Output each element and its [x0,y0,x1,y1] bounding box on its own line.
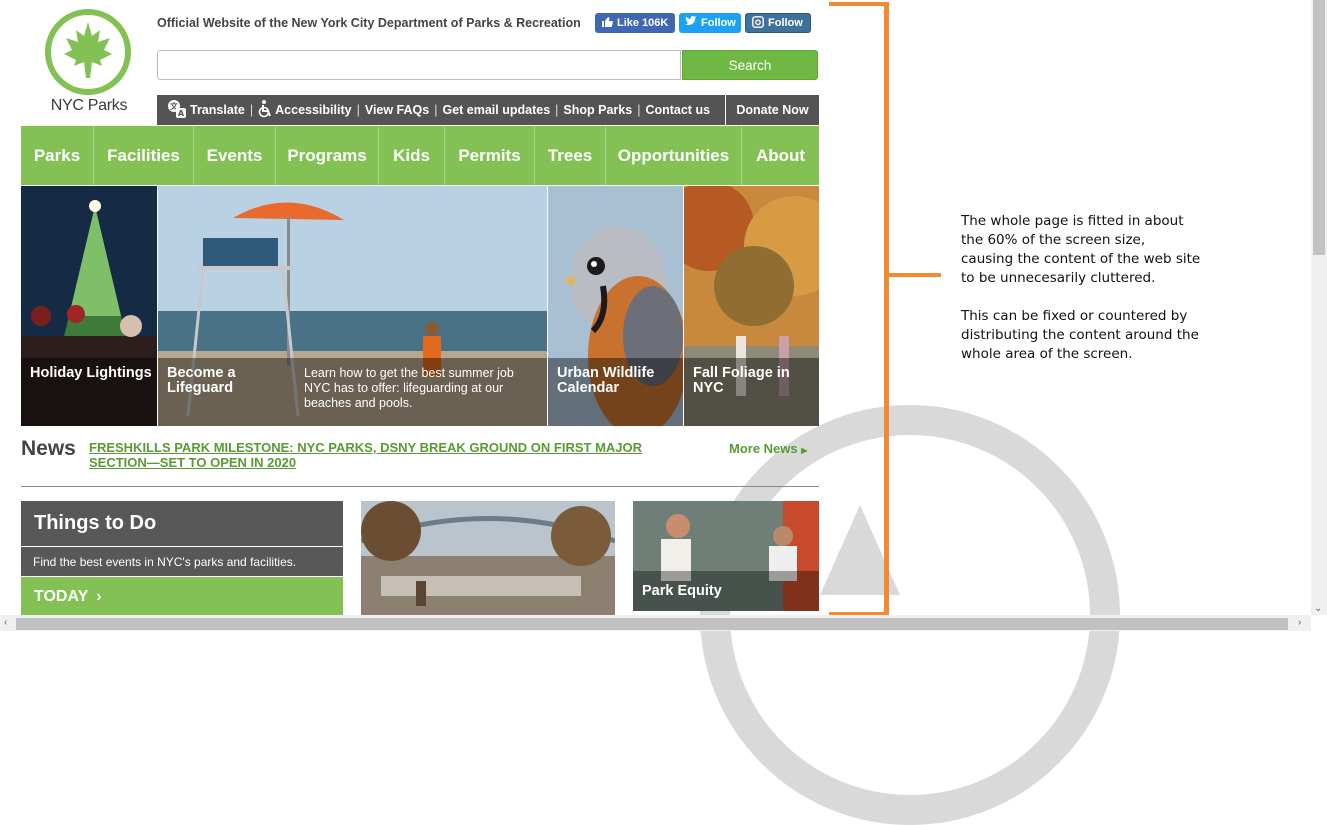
annotation-bracket [884,2,889,616]
separator: | [434,103,438,117]
tile-title: Become a Lifeguard [167,365,236,396]
scroll-left-arrow-icon[interactable]: ‹ [4,617,7,628]
separator: | [356,103,360,117]
more-news-link[interactable]: More News ▶ [729,441,807,456]
scroll-right-arrow-icon[interactable]: › [1298,617,1301,628]
more-news-label: More News [729,441,798,456]
translate-label: Translate [190,103,245,117]
accessibility-link[interactable]: Accessibility [258,99,352,121]
donate-now-button[interactable]: Donate Now [726,95,819,125]
shop-parks-link[interactable]: Shop Parks [563,103,632,117]
separator: | [555,103,559,117]
nyc-parks-logo-icon[interactable] [44,8,132,96]
annotation-bracket-pointer [889,273,941,277]
twitter-follow-button[interactable]: Follow [679,13,741,33]
annotation-note: The whole page is fitted in about the 60… [961,212,1201,383]
official-website-text: Official Website of the New York City De… [157,16,581,30]
chevron-right-icon: › [96,588,102,605]
news-heading: News [21,437,76,460]
twitter-follow-label: Follow [701,17,736,29]
tile-title: Holiday Lightings [30,365,152,381]
translate-icon: 文A [167,99,187,122]
nav-trees[interactable]: Trees [535,126,606,185]
nav-programs[interactable]: Programs [276,126,379,185]
search-button[interactable]: Search [682,50,818,80]
utility-bar: 文A Translate | Accessibility | View FAQs… [157,95,725,125]
tile-holiday-lightings[interactable]: Holiday Lightings [21,186,157,426]
svg-text:A: A [178,109,185,118]
instagram-follow-button[interactable]: Follow [745,13,811,33]
tile-become-lifeguard[interactable]: Become a Lifeguard Learn how to get the … [158,186,547,426]
news-headline-link[interactable]: FRESHKILLS PARK MILESTONE: NYC PARKS, DS… [89,440,649,470]
wheelchair-icon [258,99,272,121]
tile-title: Urban Wildlife Calendar [557,365,655,396]
search-input[interactable] [157,50,681,80]
nav-parks[interactable]: Parks [21,126,94,185]
view-faqs-link[interactable]: View FAQs [365,103,429,117]
contact-us-link[interactable]: Contact us [645,103,710,117]
scroll-down-arrow-icon[interactable]: ⌄ [1314,603,1322,614]
annotation-bracket-top [829,2,889,6]
freshkills-photo[interactable] [361,501,615,615]
twitter-bird-icon [685,16,697,30]
instagram-follow-label: Follow [768,17,803,29]
tile-fall-foliage[interactable]: Fall Foliage in NYC [684,186,819,426]
main-navigation: Parks Facilities Events Programs Kids Pe… [21,126,819,185]
annotation-paragraph-2: This can be fixed or countered by distri… [961,308,1199,362]
tile-description: Learn how to get the best summer job NYC… [304,366,514,410]
email-updates-link[interactable]: Get email updates [442,103,550,117]
vertical-scrollbar-thumb[interactable] [1313,0,1325,255]
annotation-paragraph-1: The whole page is fitted in about the 60… [961,213,1201,286]
things-to-do-subtitle: Find the best events in NYC's parks and … [21,547,343,576]
nav-facilities[interactable]: Facilities [94,126,194,185]
accessibility-label: Accessibility [275,103,352,117]
translate-link[interactable]: 文A Translate [167,99,245,122]
nav-permits[interactable]: Permits [445,126,535,185]
logo-text: NYC Parks [50,97,128,114]
facebook-like-label: Like 106K [617,17,669,29]
facebook-like-button[interactable]: Like 106K [595,13,675,33]
park-equity-tile[interactable]: Park Equity [633,501,819,611]
tile-urban-wildlife[interactable]: Urban Wildlife Calendar [548,186,683,426]
separator: | [249,103,254,117]
nav-opportunities[interactable]: Opportunities [606,126,742,185]
things-to-do-heading: Things to Do [21,501,343,546]
today-label: TODAY [34,588,89,605]
news-divider [21,486,819,487]
today-button[interactable]: TODAY › [21,577,343,617]
tile-title: Fall Foliage in NYC [693,365,790,396]
separator: | [637,103,641,117]
thumbs-up-icon [601,16,613,31]
instagram-camera-icon [752,15,764,31]
nav-about[interactable]: About [742,126,819,185]
nav-events[interactable]: Events [194,126,276,185]
nav-kids[interactable]: Kids [379,126,445,185]
horizontal-scrollbar-thumb[interactable] [16,618,1288,630]
triangle-right-icon: ▶ [801,446,808,455]
park-equity-title: Park Equity [642,583,722,599]
